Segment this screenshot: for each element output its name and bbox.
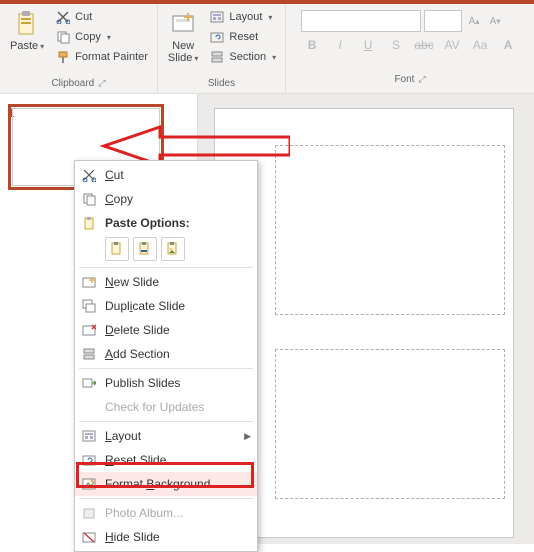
group-font: A▴ A▾ B I U S abc AV Aa A Font ⤢ <box>286 4 534 93</box>
paste-icon <box>79 213 99 233</box>
section-icon <box>79 344 99 364</box>
check-updates-label: Check for Updates <box>105 400 251 414</box>
dialog-launcher-icon[interactable]: ⤢ <box>418 74 425 84</box>
menu-check-updates: Check for Updates <box>75 395 257 419</box>
title-placeholder[interactable] <box>275 145 505 315</box>
menu-new-slide[interactable]: New Slide <box>75 270 257 294</box>
menu-reset-slide[interactable]: Reset Slide <box>75 448 257 472</box>
scissors-icon <box>55 9 71 25</box>
layout-button[interactable]: Layout▾ <box>206 8 279 26</box>
paste-option-keep-source[interactable] <box>133 237 157 261</box>
section-label: Section <box>229 51 266 63</box>
underline-button[interactable]: U <box>357 38 379 52</box>
scissors-icon <box>79 165 99 185</box>
menu-duplicate-slide[interactable]: Duplicate Slide <box>75 294 257 318</box>
font-size-combo[interactable] <box>424 10 462 32</box>
font-color-button[interactable]: A <box>497 38 519 52</box>
format-painter-label: Format Painter <box>75 51 148 63</box>
char-spacing-button[interactable]: AV <box>441 38 463 52</box>
group-slides: New Slide▾ Layout▾ Reset Section▾ Slides <box>158 4 286 93</box>
format-background-icon <box>79 474 99 494</box>
menu-copy[interactable]: Copy <box>75 187 257 211</box>
menu-format-background[interactable]: Format Background... <box>75 472 257 496</box>
publish-icon <box>79 373 99 393</box>
new-slide-icon <box>79 272 99 292</box>
cut-button[interactable]: Cut <box>52 8 151 26</box>
new-slide-label: New Slide <box>168 40 194 64</box>
bold-button[interactable]: B <box>301 38 323 52</box>
slide-number: 1 <box>8 106 15 120</box>
delete-icon <box>79 320 99 340</box>
paste-options-label: Paste Options: <box>105 216 251 230</box>
reset-icon <box>209 29 225 45</box>
copy-icon <box>79 189 99 209</box>
menu-photo-album: Photo Album... <box>75 501 257 525</box>
menu-paste-options: Paste Options: <box>75 211 257 235</box>
duplicate-icon <box>79 296 99 316</box>
section-button[interactable]: Section▾ <box>206 48 279 66</box>
layout-icon <box>209 9 225 25</box>
reset-button[interactable]: Reset <box>206 28 279 46</box>
copy-icon <box>55 29 71 45</box>
copy-button[interactable]: Copy▾ <box>52 28 151 46</box>
strike-button[interactable]: abc <box>413 38 435 52</box>
paste-option-picture[interactable] <box>161 237 185 261</box>
new-slide-icon <box>169 10 197 38</box>
menu-cut[interactable]: Cut <box>75 163 257 187</box>
layout-icon <box>79 426 99 446</box>
dialog-launcher-icon[interactable]: ⤢ <box>98 78 105 88</box>
subtitle-placeholder[interactable] <box>275 349 505 499</box>
publish-label: Publish Slides <box>105 376 251 390</box>
paste-icon <box>13 10 41 38</box>
slides-group-label: Slides <box>208 78 235 89</box>
shadow-button[interactable]: S <box>385 38 407 52</box>
menu-publish-slides[interactable]: Publish Slides <box>75 371 257 395</box>
photo-album-icon <box>79 503 99 523</box>
menu-delete-slide[interactable]: Delete Slide <box>75 318 257 342</box>
decrease-font-button[interactable]: A▾ <box>486 10 504 32</box>
paste-button[interactable]: Paste▾ <box>6 8 48 54</box>
increase-font-button[interactable]: A▴ <box>465 10 483 32</box>
paste-label: Paste <box>10 40 38 52</box>
submenu-arrow-icon: ▶ <box>244 431 251 442</box>
italic-button[interactable]: I <box>329 38 351 52</box>
photo-album-label: Photo Album... <box>105 506 251 520</box>
paste-option-theme[interactable] <box>105 237 129 261</box>
reset-icon <box>79 450 99 470</box>
context-menu: Cut Copy Paste Options: New Slide Duplic… <box>74 160 258 552</box>
group-clipboard: Paste▾ Cut Copy▾ Format Painter Clipboar… <box>0 4 158 93</box>
menu-layout[interactable]: Layout ▶ <box>75 424 257 448</box>
new-slide-button[interactable]: New Slide▾ <box>164 8 202 66</box>
layout-label: Layout <box>229 11 262 23</box>
font-family-combo[interactable] <box>301 10 421 32</box>
clipboard-group-label: Clipboard <box>51 78 94 89</box>
cut-label: Cut <box>75 11 92 23</box>
format-painter-button[interactable]: Format Painter <box>52 48 151 66</box>
change-case-button[interactable]: Aa <box>469 38 491 52</box>
section-icon <box>209 49 225 65</box>
brush-icon <box>55 49 71 65</box>
ribbon: Paste▾ Cut Copy▾ Format Painter Clipboar… <box>0 4 534 94</box>
menu-add-section[interactable]: Add Section <box>75 342 257 366</box>
copy-label: Copy <box>75 31 101 43</box>
menu-hide-slide[interactable]: Hide Slide <box>75 525 257 549</box>
slide-editor[interactable] <box>214 108 514 538</box>
hide-slide-icon <box>79 527 99 547</box>
reset-label: Reset <box>229 31 258 43</box>
font-group-label: Font <box>394 74 414 85</box>
